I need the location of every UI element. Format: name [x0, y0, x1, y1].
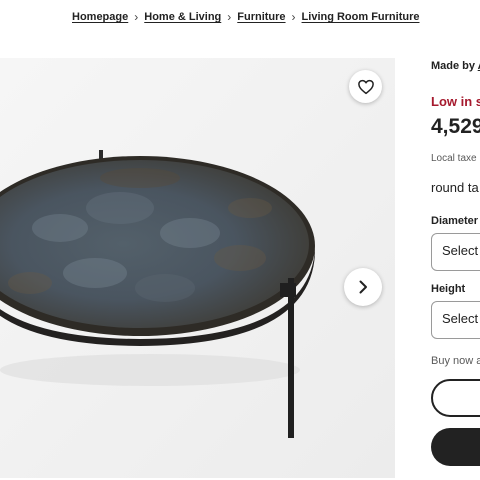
product-image-gallery[interactable]	[0, 58, 395, 478]
breadcrumb-living-room-furniture[interactable]: Living Room Furniture	[302, 11, 420, 23]
height-select[interactable]: Select	[431, 301, 480, 339]
stock-status: Low in s	[431, 94, 480, 109]
buy-now-button[interactable]	[431, 379, 480, 417]
listing-title: round ta	[431, 180, 479, 195]
price: 4,529	[431, 115, 480, 138]
breadcrumb-homepage[interactable]: Homepage	[72, 11, 128, 23]
breadcrumb-furniture[interactable]: Furniture	[237, 11, 285, 23]
add-to-basket-button[interactable]	[431, 428, 480, 466]
favorite-button[interactable]	[349, 70, 382, 103]
height-label: Height	[431, 283, 466, 295]
taxes-note: Local taxe	[431, 153, 477, 164]
buy-now-note: Buy now a	[431, 355, 480, 367]
breadcrumb: Homepage › Home & Living › Furniture › L…	[72, 9, 420, 25]
diameter-select[interactable]: Select	[431, 233, 480, 271]
heart-icon	[357, 79, 374, 94]
diameter-label: Diameter	[431, 215, 479, 227]
listing-panel: Made by A Low in s 4,529 Local taxe roun…	[431, 0, 480, 480]
next-image-button[interactable]	[344, 268, 382, 306]
chevron-right-icon: ›	[134, 10, 139, 24]
chevron-right-icon: ›	[227, 10, 232, 24]
chevron-right-icon: ›	[291, 10, 296, 24]
product-photo	[0, 58, 395, 478]
breadcrumb-home-living[interactable]: Home & Living	[144, 11, 221, 23]
chevron-right-icon	[359, 280, 367, 294]
made-by-prefix: Made by	[431, 60, 478, 72]
made-by-line: Made by A	[431, 60, 480, 72]
